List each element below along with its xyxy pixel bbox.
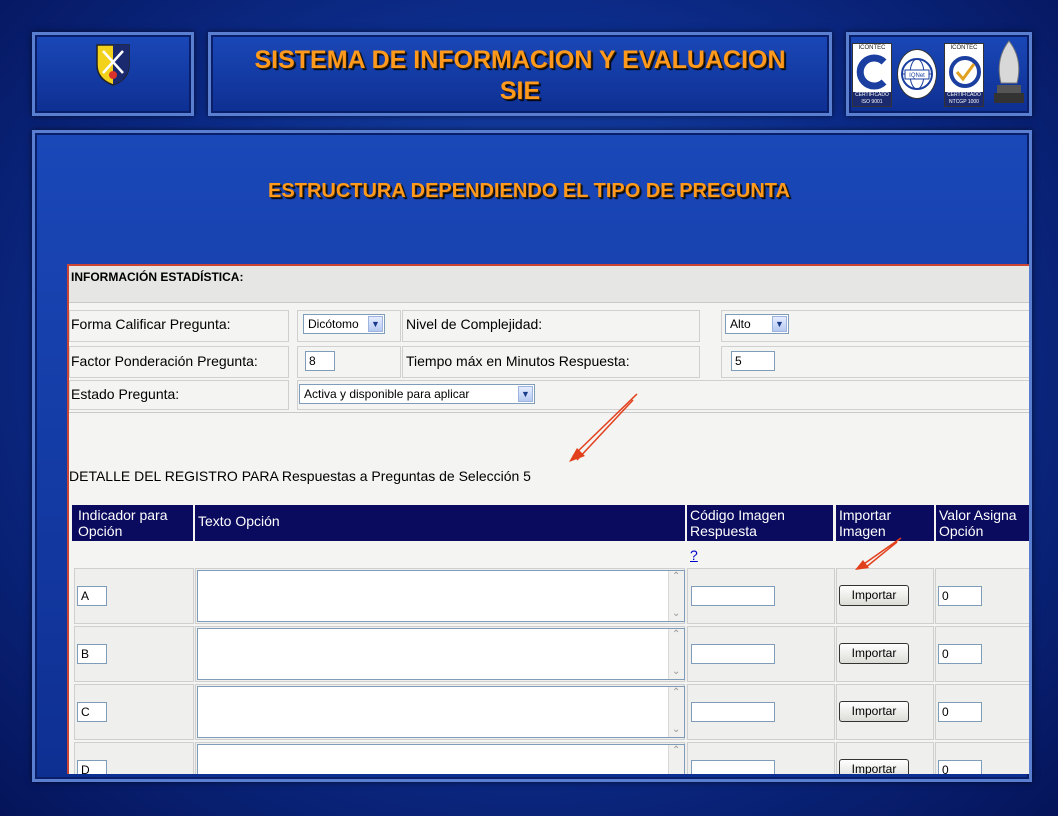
indicator-input[interactable]: C xyxy=(77,702,107,722)
icontec-c-icon xyxy=(856,54,887,90)
column-header-importar: Importar Imagen xyxy=(836,505,934,541)
import-image-button[interactable]: Importar xyxy=(839,643,909,664)
forma-calificar-label: Forma Calificar Pregunta: xyxy=(71,316,231,332)
award-trophy-icon xyxy=(994,40,1024,103)
option-text-area[interactable] xyxy=(197,744,685,774)
import-image-button[interactable]: Importar xyxy=(839,759,909,774)
indicator-input[interactable]: A xyxy=(77,586,107,606)
scrollbar[interactable] xyxy=(668,687,684,737)
title-panel: SISTEMA DE INFORMACION Y EVALUACION SIE xyxy=(208,32,832,116)
svg-text:IQNet: IQNet xyxy=(909,73,925,79)
divider xyxy=(69,412,1029,413)
page-title: SISTEMA DE INFORMACION Y EVALUACION SIE xyxy=(254,46,786,105)
scrollbar[interactable] xyxy=(668,629,684,679)
column-header-valor: Valor Asigna Opción xyxy=(936,505,1029,541)
factor-ponderacion-label: Factor Ponderación Pregunta: xyxy=(71,353,258,369)
indicator-input[interactable]: B xyxy=(77,644,107,664)
institution-crest-icon xyxy=(96,44,130,86)
option-value-input[interactable]: 0 xyxy=(938,586,982,606)
section-title: ESTRUCTURA DEPENDIENDO EL TIPO DE PREGUN… xyxy=(268,180,790,202)
chevron-down-icon: ▼ xyxy=(772,316,787,332)
factor-ponderacion-input[interactable]: 8 xyxy=(305,351,335,371)
column-header-indicador: Indicador para Opción xyxy=(75,505,193,541)
image-code-input[interactable] xyxy=(691,586,775,606)
chevron-down-icon: ▼ xyxy=(368,316,383,332)
image-code-input[interactable] xyxy=(691,702,775,722)
info-header: INFORMACIÓN ESTADÍSTICA: xyxy=(69,266,1029,303)
option-value-input[interactable]: 0 xyxy=(938,760,982,774)
scrollbar[interactable] xyxy=(668,745,684,774)
option-value-input[interactable]: 0 xyxy=(938,702,982,722)
scrollbar[interactable] xyxy=(668,571,684,621)
help-link[interactable]: ? xyxy=(690,547,698,563)
chevron-down-icon: ▼ xyxy=(518,386,533,402)
icontec-ntcgp-badge: ICONTEC CERTIFICADO NTCGP 1000 xyxy=(944,43,984,107)
question-form-screenshot: INFORMACIÓN ESTADÍSTICA: Forma Calificar… xyxy=(67,264,1029,774)
nivel-complejidad-label: Nivel de Complejidad: xyxy=(406,316,543,332)
iqnet-globe-icon: IQNet xyxy=(901,58,933,90)
tiempo-max-label: Tiempo máx en Minutos Respuesta: xyxy=(406,353,630,369)
iqnet-badge: IQNet xyxy=(897,49,937,99)
tiempo-max-input[interactable]: 5 xyxy=(731,351,775,371)
column-header-texto: Texto Opción xyxy=(195,505,685,541)
column-header-codigo: Código Imagen Respuesta xyxy=(687,505,833,541)
logo-panel xyxy=(32,32,194,116)
icontec-iso-badge: ICONTEC CERTIFICADO ISO 9001 xyxy=(852,43,892,107)
import-image-button[interactable]: Importar xyxy=(839,701,909,722)
option-value-input[interactable]: 0 xyxy=(938,644,982,664)
nivel-complejidad-select[interactable]: Alto ▼ xyxy=(725,314,789,334)
import-image-button[interactable]: Importar xyxy=(839,585,909,606)
detail-title: DETALLE DEL REGISTRO PARA Respuestas a P… xyxy=(69,468,531,484)
image-code-input[interactable] xyxy=(691,760,775,774)
certifications-panel: ICONTEC CERTIFICADO ISO 9001 IQNet ICONT… xyxy=(846,32,1032,116)
option-text-area[interactable] xyxy=(197,570,685,622)
option-text-area[interactable] xyxy=(197,628,685,680)
indicator-input[interactable]: D xyxy=(77,760,107,774)
estado-pregunta-select[interactable]: Activa y disponible para aplicar ▼ xyxy=(299,384,535,404)
image-code-input[interactable] xyxy=(691,644,775,664)
forma-calificar-select[interactable]: Dicótomo ▼ xyxy=(303,314,385,334)
estado-pregunta-label: Estado Pregunta: xyxy=(71,386,180,402)
icontec-checkmark-icon xyxy=(949,56,981,88)
option-text-area[interactable] xyxy=(197,686,685,738)
